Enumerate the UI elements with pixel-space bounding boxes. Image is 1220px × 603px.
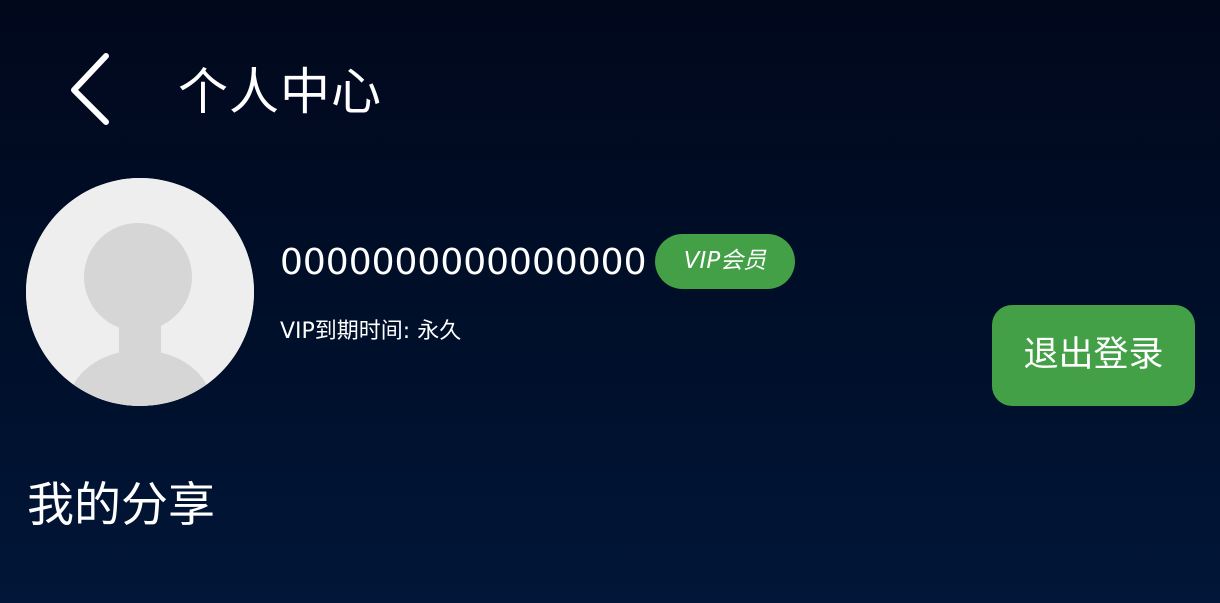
username: 0000000000000000 (280, 242, 647, 283)
vip-expire-text: VIP到期时间: 永久 (280, 319, 462, 344)
avatar[interactable] (26, 178, 254, 406)
page-title: 个人中心 (178, 63, 382, 121)
back-button[interactable] (60, 50, 122, 130)
my-shares-title: 我的分享 (27, 478, 215, 533)
chevron-left-icon (71, 53, 109, 125)
vip-badge: VIP会员 (655, 234, 795, 289)
default-avatar-icon (26, 178, 254, 406)
logout-button[interactable]: 退出登录 (992, 305, 1195, 406)
